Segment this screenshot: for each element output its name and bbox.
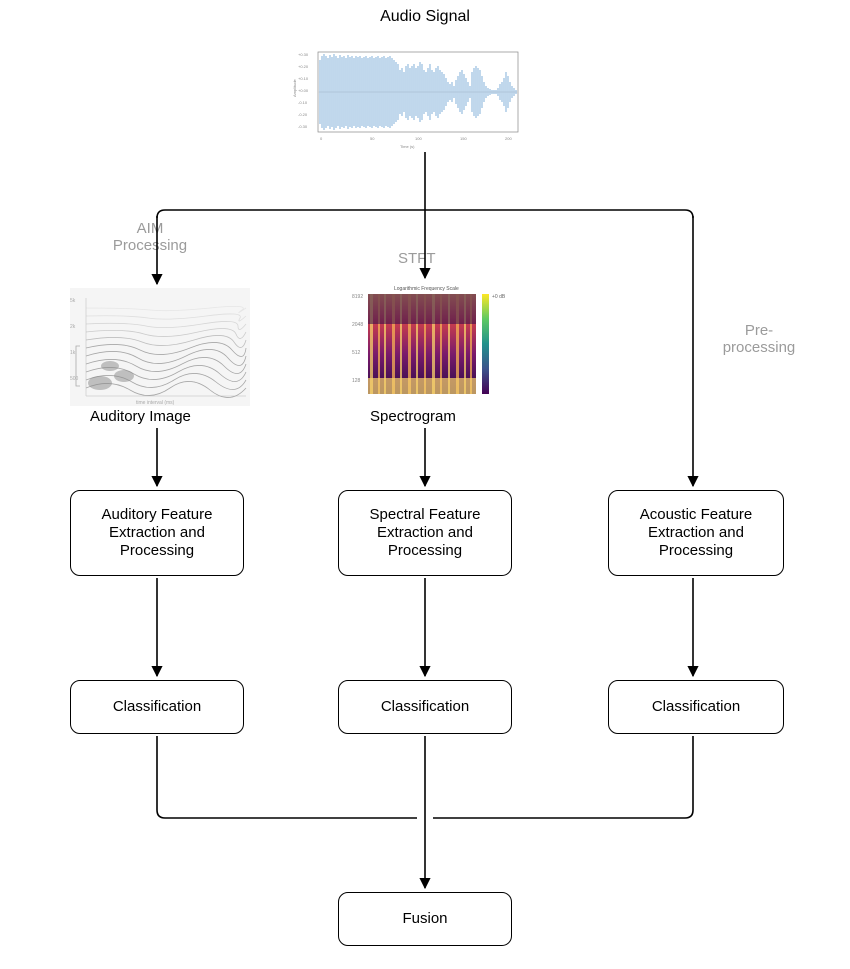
svg-text:+0.10: +0.10 — [298, 76, 309, 81]
edge-label-preprocessing: Pre- processing — [714, 322, 804, 357]
svg-text:+0 dB: +0 dB — [492, 294, 506, 300]
svg-text:5k: 5k — [70, 298, 76, 304]
edge-label-aim: AIM Processing — [105, 220, 195, 255]
spectrogram-caption: Spectrogram — [350, 408, 528, 425]
svg-text:+0.20: +0.20 — [298, 64, 309, 69]
box-fusion: Fusion — [338, 892, 512, 946]
spectrogram-thumbnail: Logarithmic Frequency Scale — [350, 282, 508, 406]
svg-text:+0.00: +0.00 — [298, 88, 309, 93]
svg-text:-0.30: -0.30 — [298, 124, 308, 129]
svg-text:1k: 1k — [70, 350, 76, 356]
svg-text:+0.30: +0.30 — [298, 52, 309, 57]
svg-text:2048: 2048 — [352, 322, 363, 328]
auditory-image-thumbnail: 5k 2k 1k 500 time interval (ms) — [70, 288, 250, 406]
svg-text:500: 500 — [70, 376, 79, 382]
box-auditory-feature: Auditory Feature Extraction and Processi… — [70, 490, 244, 576]
box-classification-left: Classification — [70, 680, 244, 734]
svg-text:-0.10: -0.10 — [298, 100, 308, 105]
box-classification-mid: Classification — [338, 680, 512, 734]
audio-waveform-thumbnail: +0.30 +0.20 +0.10 +0.00 -0.10 -0.20 -0.3… — [290, 42, 530, 150]
diagram-title: Audio Signal — [0, 8, 850, 26]
svg-text:128: 128 — [352, 378, 361, 384]
svg-text:2k: 2k — [70, 324, 76, 330]
box-acoustic-feature: Acoustic Feature Extraction and Processi… — [608, 490, 784, 576]
svg-text:Time (s): Time (s) — [400, 144, 415, 149]
svg-text:50: 50 — [370, 136, 375, 141]
svg-text:8192: 8192 — [352, 294, 363, 300]
svg-text:100: 100 — [415, 136, 422, 141]
box-spectral-feature: Spectral Feature Extraction and Processi… — [338, 490, 512, 576]
svg-text:Amplitude: Amplitude — [292, 78, 297, 97]
svg-text:time interval (ms): time interval (ms) — [136, 400, 175, 406]
svg-text:150: 150 — [460, 136, 467, 141]
svg-text:512: 512 — [352, 350, 361, 356]
svg-text:-0.20: -0.20 — [298, 112, 308, 117]
edge-label-stft: STFT — [398, 250, 458, 267]
svg-text:0: 0 — [320, 136, 323, 141]
auditory-image-caption: Auditory Image — [70, 408, 270, 425]
box-classification-right: Classification — [608, 680, 784, 734]
svg-text:200: 200 — [505, 136, 512, 141]
spectrogram-thumb-title: Logarithmic Frequency Scale — [394, 286, 459, 292]
